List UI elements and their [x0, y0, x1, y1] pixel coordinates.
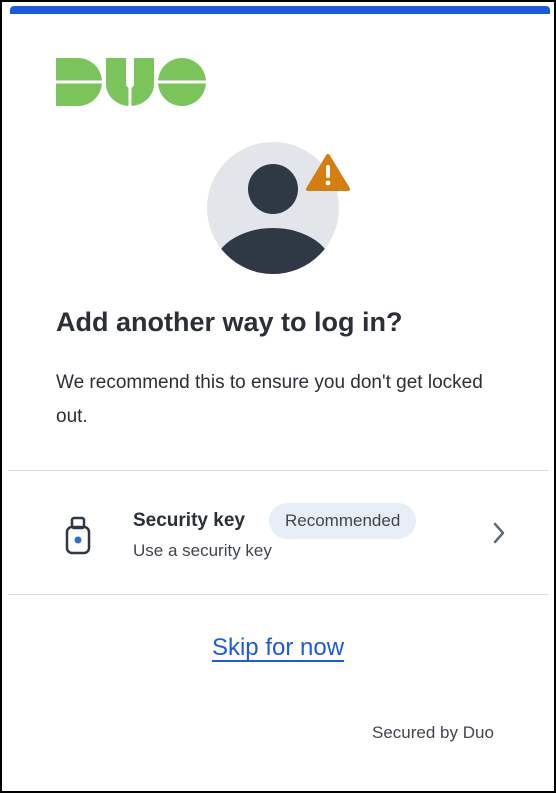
chevron-right-icon: [493, 522, 505, 544]
duo-logo: [56, 58, 206, 106]
divider-top: [8, 470, 548, 471]
skip-container: Skip for now: [0, 634, 556, 662]
option-subtitle: Use a security key: [133, 541, 272, 560]
option-title: Security key: [133, 510, 245, 531]
secured-by-footer: Secured by Duo: [372, 723, 494, 742]
security-key-icon: [65, 516, 91, 555]
recommended-badge: Recommended: [269, 503, 417, 539]
user-avatar-icon: [207, 142, 350, 274]
top-accent-bar: [10, 6, 550, 14]
skip-for-now-link[interactable]: Skip for now: [212, 634, 344, 661]
page-title: Add another way to log in?: [56, 307, 403, 337]
page-description: We recommend this to ensure you don't ge…: [56, 372, 483, 427]
divider-bottom: [8, 594, 548, 595]
